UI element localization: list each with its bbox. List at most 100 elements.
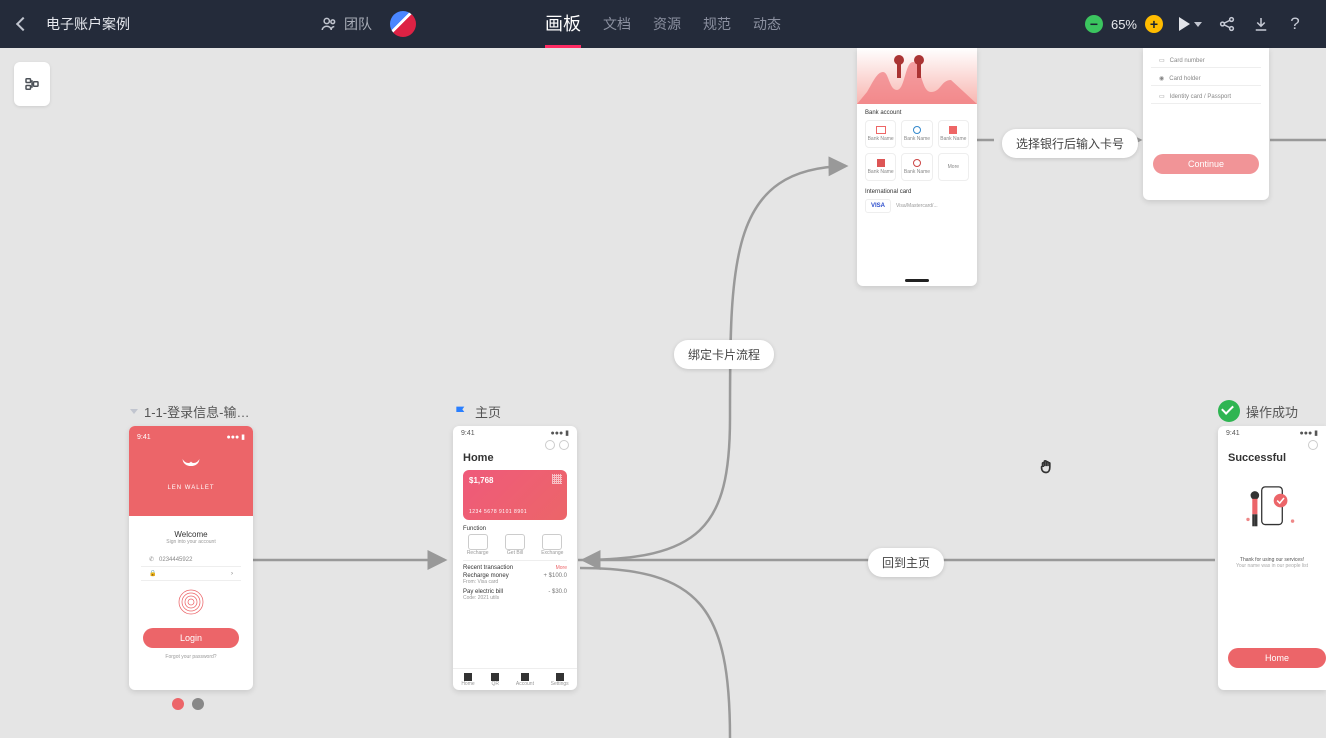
share-icon bbox=[1218, 15, 1236, 33]
more-link: More bbox=[556, 565, 567, 571]
ring-icon bbox=[545, 440, 555, 450]
dot[interactable] bbox=[192, 698, 204, 710]
artboard-label-home[interactable]: 主页 bbox=[453, 402, 501, 421]
visa-badge: VISA bbox=[865, 199, 891, 213]
project-title: 电子账户案例 bbox=[46, 14, 130, 34]
tabs: 画板 文档 资源 规范 动态 bbox=[545, 0, 781, 48]
success-msg2: Your name was in our people list bbox=[1218, 563, 1326, 569]
bill-icon bbox=[505, 534, 525, 550]
tab-docs[interactable]: 文档 bbox=[603, 0, 631, 48]
artboard-home[interactable]: 9:41●●● ▮ Home $1,768 1234 5678 9101 890… bbox=[453, 426, 577, 690]
tab-resources[interactable]: 资源 bbox=[653, 0, 681, 48]
bank-icon bbox=[913, 159, 921, 167]
identity-field: Identity card / Passport bbox=[1170, 94, 1231, 100]
team-button[interactable]: 团队 bbox=[320, 14, 372, 34]
welcome-title: Welcome bbox=[129, 530, 253, 539]
artboard-login-title: 1-1-登录信息-输… bbox=[144, 402, 249, 421]
recent-title: Recent transaction bbox=[463, 565, 513, 571]
id-icon: ▭ bbox=[1159, 93, 1165, 100]
txn-val: - $30.0 bbox=[548, 589, 567, 601]
team-icon bbox=[320, 15, 338, 33]
flow-label-back-home[interactable]: 回到主页 bbox=[868, 548, 944, 577]
chevron-down-icon bbox=[1194, 22, 1202, 27]
qr-icon bbox=[552, 474, 562, 484]
tab-specs[interactable]: 规范 bbox=[703, 0, 731, 48]
home-title: Home bbox=[453, 450, 577, 466]
intl-title: International card bbox=[857, 181, 977, 199]
exchange-icon bbox=[542, 534, 562, 550]
txn-sub: From: Visa card bbox=[463, 579, 509, 585]
tab-activity[interactable]: 动态 bbox=[753, 0, 781, 48]
status-icons: ●●● ▮ bbox=[227, 433, 245, 441]
qr-icon bbox=[491, 673, 499, 681]
zoom-out-button[interactable]: − bbox=[1085, 15, 1103, 33]
app-header: 电子账户案例 团队 画板 文档 资源 规范 动态 − 65% + ? bbox=[0, 0, 1326, 48]
flow-label-select-bank[interactable]: 选择银行后输入卡号 bbox=[1002, 129, 1138, 158]
forgot-link: Forgot your password? bbox=[129, 654, 253, 660]
header-right: − 65% + ? bbox=[1085, 15, 1326, 33]
card-balance: $1,768 bbox=[469, 476, 561, 485]
visa-sub: Visa/Mastercard/... bbox=[896, 203, 938, 209]
bank-icon bbox=[949, 126, 957, 134]
zoom-group: − 65% + bbox=[1085, 15, 1163, 33]
home-icon bbox=[464, 673, 472, 681]
header-left: 电子账户案例 bbox=[0, 14, 130, 34]
card-holder-field: Card holder bbox=[1169, 76, 1200, 82]
success-illustration bbox=[1218, 480, 1326, 545]
zoom-value: 65% bbox=[1111, 17, 1137, 32]
lock-icon: 🔒 bbox=[149, 570, 156, 577]
credit-card: $1,768 1234 5678 9101 8901 bbox=[463, 470, 567, 520]
chevron-down-icon bbox=[130, 409, 138, 414]
func-recharge: Recharge bbox=[461, 550, 494, 556]
share-button[interactable] bbox=[1218, 15, 1236, 33]
phone-input: 0234445922 bbox=[159, 557, 192, 563]
artboard-success-title: 操作成功 bbox=[1246, 402, 1298, 421]
zoom-in-button[interactable]: + bbox=[1145, 15, 1163, 33]
login-button: Login bbox=[143, 628, 239, 648]
recharge-icon bbox=[468, 534, 488, 550]
success-title: Successful bbox=[1218, 450, 1326, 466]
artboard-label-success[interactable]: 操作成功 bbox=[1218, 400, 1298, 422]
func-bill: Get Bill bbox=[498, 550, 531, 556]
dot-active[interactable] bbox=[172, 698, 184, 710]
artboard-login[interactable]: 9:41●●● ▮ LEN WALLET Welcome Sign into y… bbox=[129, 426, 253, 690]
back-button[interactable] bbox=[16, 17, 30, 31]
download-button[interactable] bbox=[1252, 15, 1270, 33]
bank-icon bbox=[877, 159, 885, 167]
panel-toggle-button[interactable] bbox=[14, 62, 50, 106]
txn-val: + $100.0 bbox=[543, 573, 567, 585]
artboard-bank[interactable]: Bank account Bank Name Bank Name Bank Na… bbox=[857, 48, 977, 286]
bank-icon bbox=[913, 126, 921, 134]
fingerprint-icon bbox=[176, 587, 206, 617]
illustration bbox=[857, 48, 977, 104]
artboard-label-login[interactable]: 1-1-登录信息-输… bbox=[130, 402, 249, 421]
download-icon bbox=[1252, 15, 1270, 33]
card-icon: ▭ bbox=[1159, 57, 1165, 64]
help-button[interactable]: ? bbox=[1286, 15, 1304, 33]
artboard-success[interactable]: 9:41●●● ▮ Successful Thank for using our… bbox=[1218, 426, 1326, 690]
arrow-icon: › bbox=[231, 571, 233, 577]
cursor-icon bbox=[1037, 456, 1059, 483]
artboard-indicator bbox=[172, 698, 204, 710]
bank-title: Bank account bbox=[857, 104, 977, 120]
func-exchange: Exchange bbox=[536, 550, 569, 556]
welcome-sub: Sign into your account bbox=[129, 539, 253, 545]
flow-label-bind-card[interactable]: 绑定卡片流程 bbox=[674, 340, 774, 369]
flag-icon bbox=[453, 404, 469, 420]
brand-name: LEN WALLET bbox=[129, 485, 253, 491]
play-icon bbox=[1179, 17, 1190, 31]
play-button[interactable] bbox=[1179, 17, 1202, 31]
canvas[interactable]: 绑定卡片流程 选择银行后输入卡号 回到主页 1-1-登录信息-输… 9:41●●… bbox=[0, 48, 1326, 738]
user-avatar[interactable] bbox=[390, 11, 416, 37]
home-button: Home bbox=[1228, 648, 1326, 668]
logo-icon bbox=[177, 454, 205, 476]
check-icon bbox=[1218, 400, 1240, 422]
tab-board[interactable]: 画板 bbox=[545, 0, 581, 48]
home-indicator bbox=[905, 279, 929, 282]
txn-sub: Code: 2021 utils bbox=[463, 595, 503, 601]
team-label: 团队 bbox=[344, 14, 372, 34]
account-icon bbox=[521, 673, 529, 681]
card-number-field: Card number bbox=[1170, 58, 1205, 64]
phone-icon: ✆ bbox=[149, 556, 154, 563]
artboard-card-form[interactable]: ▭Card number ◉Card holder ▭Identity card… bbox=[1143, 48, 1269, 200]
